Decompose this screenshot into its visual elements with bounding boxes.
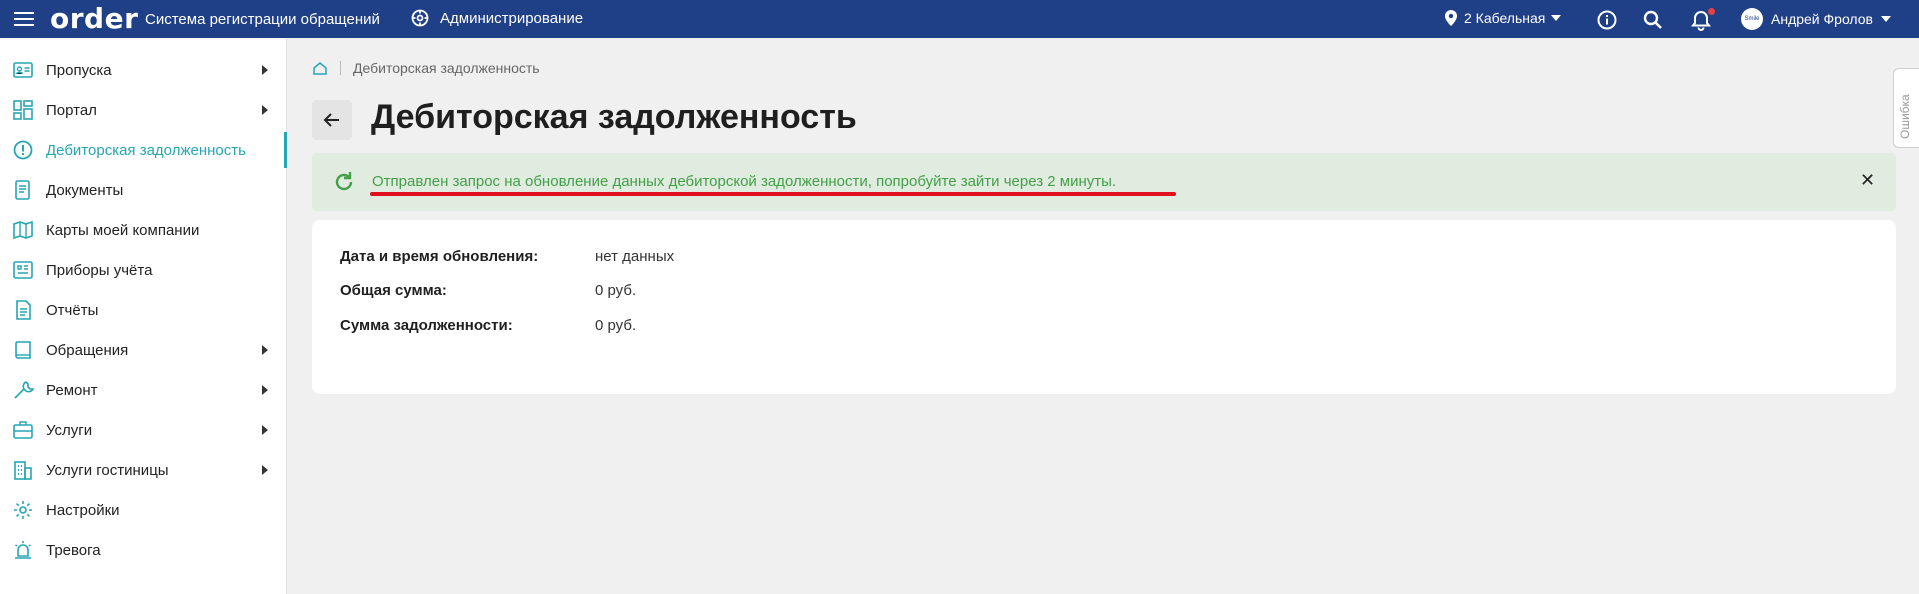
error-tab-label: Ошибка [1898,94,1912,139]
sidebar-item-meters[interactable]: Приборы учёта [0,250,287,290]
home-icon[interactable] [312,60,328,76]
sidebar-item-reports[interactable]: Отчёты [0,290,287,330]
sidebar-item-portal[interactable]: Портал [0,90,287,130]
briefcase-icon [13,421,33,439]
detail-label: Сумма задолженности: [340,317,513,334]
hotel-icon [14,461,32,480]
arrow-left-icon [323,113,339,127]
sidebar-item-requests[interactable]: Обращения [0,330,287,370]
admin-link[interactable]: Администрирование [410,8,583,28]
breadcrumb-separator [340,61,341,75]
back-button[interactable] [312,100,352,140]
sidebar-item-label: Настройки [46,501,120,519]
sidebar-item-receivables[interactable]: Дебиторская задолженность [0,130,287,170]
error-report-tab[interactable]: Ошибка [1893,68,1919,148]
wrench-icon [14,381,34,399]
alert-circle-icon [13,140,33,160]
chevron-down-icon [1551,15,1562,21]
sidebar-item-label: Ремонт [46,381,98,399]
gear-icon [14,501,32,519]
detail-value: 0 руб. [595,317,637,334]
sidebar-item-label: Отчёты [46,301,99,319]
sidebar-item-label: Карты моей компании [46,221,200,239]
location-label: 2 Кабельная [1464,10,1546,26]
detail-label: Дата и время обновления: [340,248,539,265]
sidebar-item-label: Услуги [46,421,93,439]
top-bar: order Система регистрации обращений Адми… [0,0,1919,38]
chevron-right-icon [262,345,268,355]
notification-badge [1708,8,1715,15]
map-icon [13,220,33,240]
map-pin-icon [1445,10,1457,26]
sidebar-item-alarm[interactable]: Тревога [0,530,287,570]
chevron-right-icon [262,65,268,75]
sidebar-item-settings[interactable]: Настройки [0,490,287,530]
refresh-icon [335,172,353,191]
sidebar: Пропуска Портал Дебиторская задолженност… [0,38,287,594]
detail-value: 0 руб. [595,282,637,299]
detail-value: нет данных [595,248,675,265]
document-icon [15,180,30,200]
logo[interactable]: order [50,2,138,35]
avatar: Smile [1741,8,1763,30]
sidebar-item-label: Приборы учёта [46,261,153,279]
breadcrumb: Дебиторская задолженность [312,60,540,76]
chevron-right-icon [262,465,268,475]
gear-circle-icon [411,9,429,27]
menu-icon[interactable] [12,9,36,29]
chevron-right-icon [262,385,268,395]
sidebar-item-label: Документы [46,181,124,199]
location-selector[interactable]: 2 Кабельная [1444,9,1562,27]
close-icon[interactable]: ✕ [1860,170,1875,191]
red-underline-annotation [370,192,1176,196]
sidebar-item-label: Пропуска [46,61,112,79]
sidebar-item-label: Дебиторская задолженность [46,141,246,159]
alarm-icon [15,541,31,559]
app-name: Система регистрации обращений [145,11,380,28]
sidebar-item-hotel-services[interactable]: Услуги гостиницы [0,450,287,490]
book-icon [15,341,31,359]
chevron-down-icon [1880,16,1891,22]
user-menu[interactable]: Smile Андрей Фролов [1741,8,1891,30]
sidebar-item-passes[interactable]: Пропуска [0,50,287,90]
alert-message: Отправлен запрос на обновление данных де… [372,173,1117,190]
sidebar-item-repair[interactable]: Ремонт [0,370,287,410]
meter-icon [13,261,33,279]
details-card: Дата и время обновления: нет данных Обща… [312,220,1896,394]
dashboard-icon [13,100,33,120]
info-icon[interactable] [1596,9,1618,31]
sidebar-item-label: Обращения [46,341,129,359]
sidebar-item-label: Услуги гостиницы [46,461,169,479]
detail-label: Общая сумма: [340,282,447,299]
page-title: Дебиторская задолженность [371,98,857,136]
admin-label: Администрирование [440,9,584,27]
id-card-icon [13,62,33,78]
report-icon [16,300,31,320]
user-name: Андрей Фролов [1771,11,1873,27]
sidebar-item-label: Тревога [46,541,101,559]
chevron-right-icon [262,105,268,115]
sidebar-item-label: Портал [46,101,97,119]
search-icon[interactable] [1642,9,1664,31]
sidebar-item-services[interactable]: Услуги [0,410,287,450]
sidebar-item-documents[interactable]: Документы [0,170,287,210]
chevron-right-icon [262,425,268,435]
info-alert: Отправлен запрос на обновление данных де… [312,153,1896,211]
sidebar-item-company-maps[interactable]: Карты моей компании [0,210,287,250]
breadcrumb-current: Дебиторская задолженность [353,60,540,76]
